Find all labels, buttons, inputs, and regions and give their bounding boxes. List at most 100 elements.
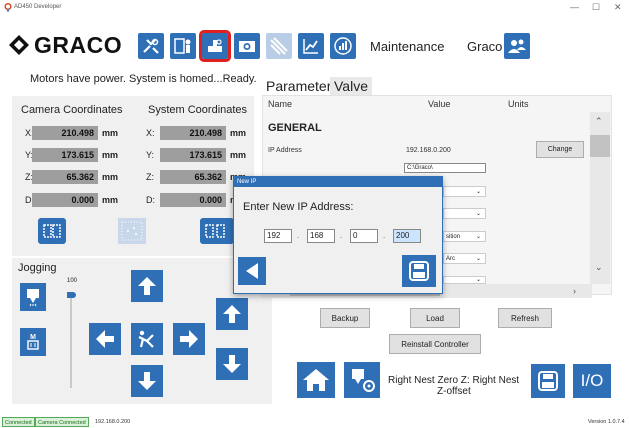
camera-icon [239,41,255,52]
io-label: I/O [580,371,604,390]
arrow-down-icon [223,355,241,373]
dispense-jog-button[interactable] [20,283,46,311]
dispense-valve-icon [27,289,39,307]
material-dispense-button[interactable] [266,33,292,59]
path-field[interactable]: C:\Graco\ [404,163,486,173]
ip-octet-2-input[interactable]: 168 [307,229,335,243]
ip-octet-3-input[interactable]: 0 [350,229,378,243]
save-button[interactable] [531,364,565,398]
app-logo-icon [4,3,12,12]
home-icon [303,369,329,391]
close-button[interactable]: ✕ [614,2,622,13]
io-button[interactable]: I/O [573,364,611,398]
dot-grid-icon [121,221,143,241]
change-button[interactable]: Change [536,141,584,158]
ip-separator: . [340,231,343,240]
maintenance-label: Maintenance [370,39,445,54]
camera-grid-button[interactable] [118,218,146,244]
home-button[interactable] [297,362,335,398]
system-y-value: 173.615 [160,148,226,162]
dialog-title: New IP [234,177,442,187]
jog-up-button[interactable] [131,270,163,302]
backup-button[interactable]: Backup [320,308,370,328]
frame-corners-icon [205,224,225,238]
jog-home-xy-button[interactable] [131,323,163,355]
axis-label: Y: [146,150,155,160]
section-general: GENERAL [268,122,322,134]
jog-right-button[interactable] [173,323,205,355]
volume-icon [334,37,352,55]
purge-button[interactable] [344,362,380,398]
param-combo[interactable]: ⌄ [443,208,486,219]
status-message: Motors have power. System is homed...Rea… [30,73,257,85]
scroll-up-icon[interactable]: ⌃ [595,116,603,127]
reinstall-controller-button[interactable]: Reinstall Controller [389,334,481,354]
material-dispense-icon [270,37,288,55]
graco-logo: GRACO [8,30,128,60]
triangle-left-icon [246,263,258,279]
manual-dispense-button[interactable]: M [20,328,46,356]
ip-octet-1-input[interactable]: 192 [264,229,292,243]
arrow-right-icon [180,330,198,348]
param-combo[interactable]: ⌄ [443,186,486,197]
jogging-title: Jogging [18,262,57,274]
camera-y-value: 173.615 [32,148,98,162]
scroll-down-icon[interactable]: ⌄ [595,262,603,273]
refresh-button[interactable]: Refresh [498,308,552,328]
brand-name: GRACO [34,32,123,58]
window-titlebar: AD450 Developer — ☐ ✕ [0,0,629,16]
param-combo[interactable]: sition ⌄ [443,231,486,242]
ip-octet-4-input[interactable]: 200 [393,229,421,243]
minimize-button[interactable]: — [570,2,579,12]
jog-z-up-button[interactable] [216,298,248,330]
chart-icon [303,39,318,54]
camera-d-value: 0.000 [32,193,98,207]
jog-left-button[interactable] [89,323,121,355]
param-combo[interactable]: Arc ⌄ [443,253,486,264]
svg-text:M: M [30,334,36,341]
load-button[interactable]: Load [410,308,460,328]
maintenance-tools-button[interactable] [138,33,164,59]
recipe-editor-button[interactable] [199,30,231,62]
dialog-back-button[interactable] [238,257,266,285]
maximize-button[interactable]: ☐ [592,2,600,13]
param-combo[interactable]: ⌄ [443,276,486,284]
dialog-prompt: Enter New IP Address: [243,201,354,213]
jog-speed-track [70,298,72,388]
ip-address-value: 192.168.0.200 [406,147,451,154]
tab-valve[interactable]: Valve [330,77,372,95]
volume-button[interactable] [330,33,356,59]
jog-speed-value: 100 [67,278,78,284]
save-disk-icon [538,371,558,391]
axis-label: X: [146,128,155,138]
nest-status-line1: Right Nest Zero Z: Right Nest [388,375,520,386]
chart-button[interactable] [298,33,324,59]
jog-down-button[interactable] [131,365,163,397]
system-d-value: 0.000 [160,193,226,207]
column-value-header: Value [428,99,451,109]
ip-separator: . [383,231,386,240]
manual-dispense-icon: M [27,334,39,350]
column-name-header: Name [268,99,293,109]
unit-label: mm [102,150,119,160]
camera-z-value: 65.362 [32,170,98,184]
system-frame-button[interactable] [200,218,234,244]
user-name: Graco [467,39,503,54]
scroll-right-icon[interactable]: › [573,286,576,296]
system-z-value: 65.362 [160,170,226,184]
scrollbar-thumb[interactable] [590,135,610,157]
user-login-button[interactable] [504,33,530,59]
maintenance-tools-icon [143,38,159,54]
column-units-header: Units [508,99,529,109]
system-coordinates-header: System Coordinates [148,104,248,116]
jog-speed-slider-thumb[interactable] [67,292,76,298]
user-panel-button[interactable] [170,33,196,59]
home-xy-icon [138,330,154,348]
users-icon [508,39,526,53]
dialog-save-button[interactable] [402,255,436,287]
arrow-left-icon [96,330,114,348]
camera-frame-button[interactable] [38,218,66,244]
camera-button[interactable] [234,33,260,59]
jog-z-down-button[interactable] [216,348,248,380]
camera-connected-badge: Camera Connected [35,417,89,427]
